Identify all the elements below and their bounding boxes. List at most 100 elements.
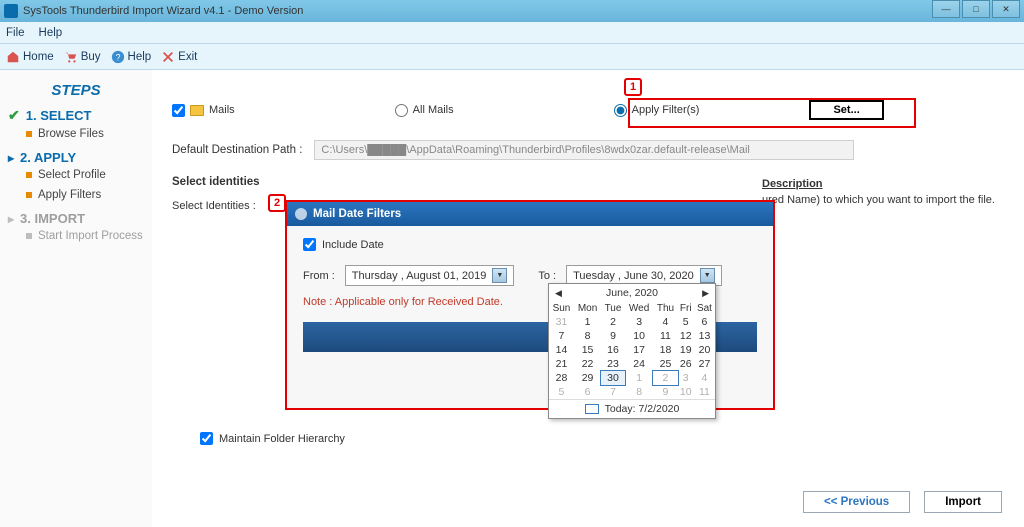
cal-day[interactable]: 6 (694, 315, 715, 329)
description-text: ured Name) to which you want to import t… (762, 194, 1024, 206)
title-bar: SysTools Thunderbird Import Wizard v4.1 … (0, 0, 1024, 22)
folder-icon (190, 105, 204, 116)
all-mails-radio[interactable]: All Mails (395, 104, 454, 117)
cal-day[interactable]: 8 (574, 329, 601, 343)
arrow-icon: ▸ (8, 151, 14, 165)
cal-today-label[interactable]: Today: 7/2/2020 (605, 403, 680, 415)
toolbar-buy[interactable]: Buy (64, 50, 101, 64)
cal-day[interactable]: 6 (574, 385, 601, 399)
dest-path-label: Default Destination Path : (172, 144, 302, 156)
cal-day[interactable]: 10 (625, 329, 654, 343)
cal-day[interactable]: 5 (549, 385, 574, 399)
maintain-folder-hierarchy-checkbox[interactable]: Maintain Folder Hierarchy (200, 432, 345, 445)
sidebar-select-profile[interactable]: Select Profile (26, 165, 144, 185)
from-label: From : (303, 270, 335, 282)
cal-day[interactable]: 7 (601, 385, 625, 399)
cal-day[interactable]: 13 (694, 329, 715, 343)
home-icon (6, 50, 20, 64)
cal-day[interactable]: 8 (625, 385, 654, 399)
dialog-titlebar: Mail Date Filters (287, 202, 773, 226)
calendar-popup[interactable]: ◀ June, 2020 ▶ SunMonTueWedThuFriSat 311… (548, 283, 716, 419)
step-3-import: ▸ 3. IMPORT (8, 211, 144, 226)
import-button[interactable]: Import (924, 491, 1002, 513)
cal-dow: Wed (625, 302, 654, 315)
cal-day[interactable]: 22 (574, 357, 601, 371)
cal-day[interactable]: 26 (678, 357, 694, 371)
toolbar: Home Buy ? Help Exit (0, 44, 1024, 70)
cal-day[interactable]: 2 (653, 371, 677, 385)
cal-day[interactable]: 1 (574, 315, 601, 329)
callout-2: 2 (268, 194, 286, 212)
toolbar-help[interactable]: ? Help (111, 50, 152, 64)
close-button[interactable]: ✕ (992, 0, 1020, 18)
cal-day[interactable]: 21 (549, 357, 574, 371)
steps-heading: STEPS (8, 82, 144, 99)
mails-checkbox[interactable]: Mails (172, 104, 235, 117)
cal-month-label[interactable]: June, 2020 (606, 287, 658, 299)
apply-filter-radio[interactable]: Apply Filter(s) (614, 104, 700, 117)
cal-day[interactable]: 12 (678, 329, 694, 343)
chevron-down-icon: ▼ (700, 268, 715, 283)
cal-day[interactable]: 29 (574, 371, 601, 385)
arrow-icon: ▸ (8, 212, 14, 226)
to-label: To : (538, 270, 556, 282)
steps-sidebar: STEPS ✔ 1. SELECT Browse Files ▸ 2. APPL… (0, 70, 152, 527)
menu-help[interactable]: Help (39, 27, 63, 39)
cal-day[interactable]: 24 (625, 357, 654, 371)
minimize-button[interactable]: — (932, 0, 960, 18)
select-identities-label: Select Identities : (172, 200, 256, 212)
cal-day[interactable]: 23 (601, 357, 625, 371)
svg-text:?: ? (115, 52, 120, 62)
cal-day[interactable]: 2 (601, 315, 625, 329)
cal-dow: Sun (549, 302, 574, 315)
cal-day[interactable]: 14 (549, 343, 574, 357)
cal-prev-month[interactable]: ◀ (555, 288, 562, 299)
cal-day[interactable]: 11 (694, 385, 715, 399)
sidebar-apply-filters[interactable]: Apply Filters (26, 185, 144, 205)
description-heading: Description (762, 178, 1024, 190)
step-2-apply[interactable]: ▸ 2. APPLY (8, 150, 144, 165)
set-button[interactable]: Set... (809, 100, 883, 120)
cal-day[interactable]: 20 (694, 343, 715, 357)
dialog-icon (295, 208, 307, 220)
cal-day[interactable]: 18 (653, 343, 677, 357)
cal-day[interactable]: 15 (574, 343, 601, 357)
cal-day[interactable]: 1 (625, 371, 654, 385)
calendar-grid: SunMonTueWedThuFriSat 311234567891011121… (549, 302, 715, 399)
cal-day[interactable]: 4 (694, 371, 715, 385)
cal-day[interactable]: 9 (601, 329, 625, 343)
cal-day[interactable]: 31 (549, 315, 574, 329)
toolbar-home[interactable]: Home (6, 50, 54, 64)
cal-day[interactable]: 3 (678, 371, 694, 385)
sidebar-browse-files[interactable]: Browse Files (26, 124, 144, 144)
cal-dow: Tue (601, 302, 625, 315)
cal-day[interactable]: 4 (653, 315, 677, 329)
chevron-down-icon: ▼ (492, 268, 507, 283)
toolbar-exit[interactable]: Exit (161, 50, 197, 64)
previous-button[interactable]: << Previous (803, 491, 910, 513)
cal-day[interactable]: 10 (678, 385, 694, 399)
cal-day[interactable]: 3 (625, 315, 654, 329)
menu-bar: File Help (0, 22, 1024, 44)
cal-day[interactable]: 7 (549, 329, 574, 343)
maximize-button[interactable]: □ (962, 0, 990, 18)
cal-day[interactable]: 11 (653, 329, 677, 343)
cal-day[interactable]: 28 (549, 371, 574, 385)
cal-day[interactable]: 9 (653, 385, 677, 399)
cal-day[interactable]: 17 (625, 343, 654, 357)
cal-day[interactable]: 16 (601, 343, 625, 357)
window-title: SysTools Thunderbird Import Wizard v4.1 … (23, 5, 303, 17)
cal-day[interactable]: 5 (678, 315, 694, 329)
cal-day[interactable]: 27 (694, 357, 715, 371)
exit-icon (161, 50, 175, 64)
menu-file[interactable]: File (6, 27, 25, 39)
cal-next-month[interactable]: ▶ (702, 288, 709, 299)
check-icon: ✔ (8, 107, 20, 124)
cal-dow: Thu (653, 302, 677, 315)
cal-day[interactable]: 30 (601, 371, 625, 385)
step-1-select[interactable]: ✔ 1. SELECT (8, 107, 144, 124)
from-date-picker[interactable]: Thursday , August 01, 2019 ▼ (345, 265, 515, 286)
cal-day[interactable]: 19 (678, 343, 694, 357)
include-date-checkbox[interactable]: Include Date (303, 238, 757, 251)
cal-day[interactable]: 25 (653, 357, 677, 371)
